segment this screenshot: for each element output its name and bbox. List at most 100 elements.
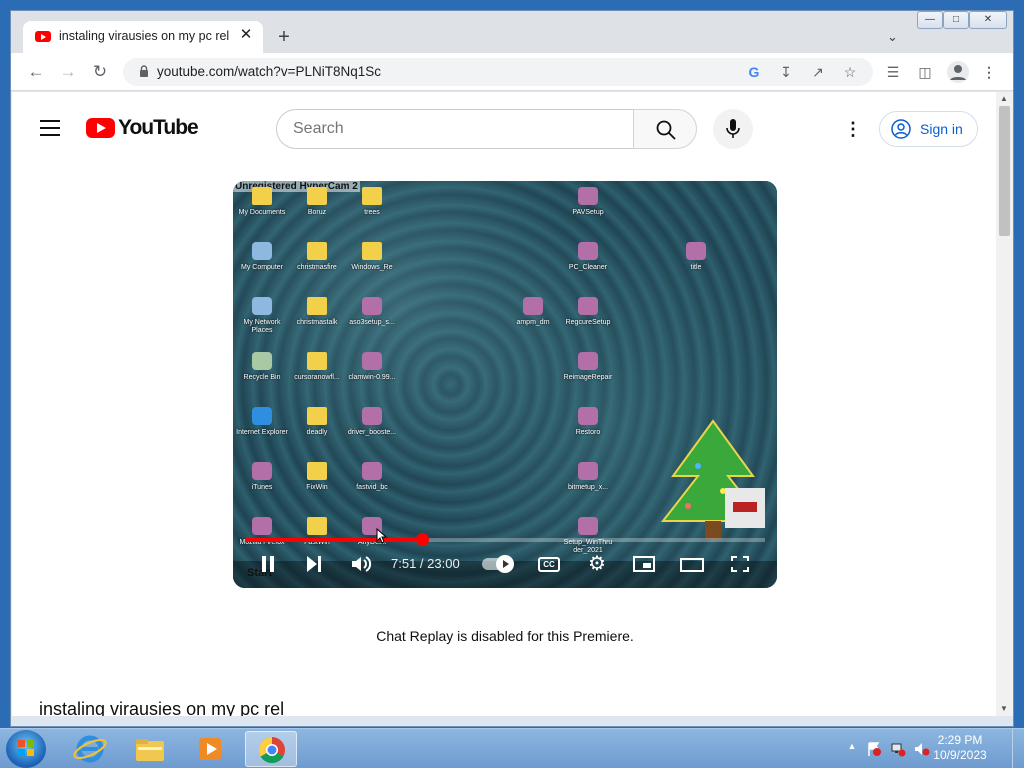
- internet-explorer-taskbar-icon[interactable]: [64, 731, 116, 767]
- maximize-button[interactable]: □: [943, 11, 969, 29]
- folder-icon: [307, 352, 327, 370]
- file-explorer-taskbar-icon[interactable]: [124, 731, 176, 767]
- time-display: 7:51 / 23:00: [391, 556, 460, 571]
- desktop-icon: ReimageRepair: [559, 352, 617, 398]
- desktop-icon: Recycle Bin: [233, 352, 291, 398]
- browser-tab-active[interactable]: instaling virausies on my pc rel - ✕: [23, 21, 263, 53]
- desktop-icon: Windows_Re: [343, 242, 401, 288]
- video-title: instaling virausies on my pc rel: [39, 699, 285, 716]
- skip-next-icon: [307, 556, 321, 572]
- media-queue-icon[interactable]: ☰: [883, 62, 903, 82]
- show-desktop-button[interactable]: [1012, 729, 1024, 768]
- desktop-icon-label: cursoranowfl...: [294, 374, 340, 381]
- profile-avatar-icon[interactable]: [947, 61, 969, 83]
- youtube-logo-icon[interactable]: [86, 118, 115, 138]
- new-tab-button[interactable]: +: [273, 27, 295, 49]
- side-panel-icon[interactable]: ◫: [915, 62, 935, 82]
- search-input[interactable]: Search: [276, 109, 634, 149]
- browser-menu-icon[interactable]: ⋮: [979, 62, 999, 82]
- google-lens-icon[interactable]: G: [745, 63, 763, 81]
- desktop-icon: PC_Cleaner: [559, 242, 617, 288]
- desktop-icon-label: christmasfire: [297, 264, 337, 271]
- back-button[interactable]: ←: [25, 61, 47, 83]
- install-app-icon[interactable]: ↧: [777, 63, 795, 81]
- reload-button[interactable]: ↻: [89, 61, 111, 83]
- page-scrollbar[interactable]: ▲ ▼: [996, 92, 1013, 716]
- pause-button[interactable]: [255, 553, 281, 575]
- voice-search-button[interactable]: [713, 109, 753, 149]
- start-button[interactable]: [6, 730, 46, 768]
- app-icon: [578, 407, 598, 425]
- fullscreen-button[interactable]: [727, 553, 753, 575]
- volume-icon: [352, 556, 372, 572]
- search-placeholder: Search: [293, 120, 344, 137]
- desktop-icon-label: Internet Explorer: [236, 429, 288, 436]
- lock-icon: [140, 65, 148, 77]
- show-hidden-icons-icon[interactable]: ▲: [844, 741, 860, 757]
- app-icon: [578, 297, 598, 315]
- bookmark-star-icon[interactable]: ☆: [841, 63, 859, 81]
- miniplayer-button[interactable]: [631, 553, 657, 575]
- close-window-button[interactable]: ✕: [969, 11, 1007, 29]
- close-tab-icon[interactable]: ✕: [237, 26, 255, 44]
- desktop-icon-label: ampm_dm: [516, 319, 550, 326]
- chrome-taskbar-icon[interactable]: [245, 731, 297, 767]
- computer-icon: [252, 242, 272, 260]
- progress-bar[interactable]: [245, 533, 765, 546]
- next-button[interactable]: [301, 553, 327, 575]
- scroll-down-arrow-icon[interactable]: ▼: [1000, 704, 1008, 713]
- desktop-icon: christmastalk: [288, 297, 346, 343]
- desktop-icon-label: deadly: [306, 429, 328, 436]
- forward-button[interactable]: →: [57, 61, 79, 83]
- desktop-icon: trees: [343, 187, 401, 233]
- bin-icon: [252, 352, 272, 370]
- youtube-favicon-icon: [35, 31, 51, 42]
- address-bar[interactable]: youtube.com/watch?v=PLNiT8Nq1Sc G ↧ ↗ ☆: [123, 58, 873, 86]
- fullscreen-icon: [731, 556, 749, 572]
- desktop-icon: fastvid_bc: [343, 462, 401, 508]
- search-button[interactable]: [633, 109, 697, 149]
- desktop-icon-label: My Computer: [240, 264, 283, 271]
- system-clock[interactable]: 2:29 PM 10/9/2023: [930, 733, 990, 763]
- settings-gear-icon[interactable]: ⚙: [584, 553, 610, 575]
- action-center-flag-icon[interactable]: [866, 741, 882, 757]
- minimize-button[interactable]: —: [917, 11, 943, 29]
- volume-muted-icon[interactable]: [914, 741, 930, 757]
- scrollbar-thumb[interactable]: [999, 106, 1010, 236]
- scroll-up-arrow-icon[interactable]: ▲: [1000, 94, 1008, 103]
- tab-search-chevron-icon[interactable]: ⌄: [887, 29, 903, 45]
- video-player[interactable]: Unregistered HyperCam 2 My Documents Boru…: [233, 181, 777, 588]
- subtitles-button[interactable]: CC: [538, 557, 560, 572]
- media-player-taskbar-icon[interactable]: [184, 731, 236, 767]
- app-icon: [362, 297, 382, 315]
- desktop-icon: title: [667, 242, 725, 288]
- youtube-wordmark[interactable]: YouTube: [118, 116, 199, 140]
- app-icon: [362, 352, 382, 370]
- folder-icon: [252, 187, 272, 205]
- theater-mode-button[interactable]: [679, 553, 705, 575]
- desktop-icon-label: My Documents: [238, 209, 286, 216]
- app-icon: [252, 462, 272, 480]
- desktop-icon-label: PC_Cleaner: [568, 264, 608, 271]
- theater-mode-icon: [680, 558, 704, 572]
- desktop-icon-label: RegcureSetup: [565, 319, 611, 326]
- share-icon[interactable]: ↗: [809, 63, 827, 81]
- folder-icon: [307, 517, 327, 535]
- browser-toolbar: ← → ↻ youtube.com/watch?v=PLNiT8Nq1Sc G …: [11, 53, 1013, 91]
- scrubber-handle[interactable]: [416, 533, 429, 546]
- sign-in-button[interactable]: Sign in: [879, 111, 978, 147]
- miniplayer-icon: [633, 556, 655, 572]
- autoplay-toggle[interactable]: [482, 555, 514, 573]
- desktop-icon: My Computer: [233, 242, 291, 288]
- guide-menu-icon[interactable]: [40, 120, 60, 136]
- network-icon[interactable]: [890, 741, 906, 757]
- app-icon: [362, 407, 382, 425]
- url-text: youtube.com/watch?v=PLNiT8Nq1Sc: [157, 64, 381, 79]
- sign-in-label: Sign in: [920, 121, 963, 137]
- desktop-icon: ampm_dm: [504, 297, 562, 343]
- settings-menu-icon[interactable]: ⋮: [844, 119, 862, 139]
- ie-icon: [252, 407, 272, 425]
- mute-button[interactable]: [349, 553, 375, 575]
- search-icon: [656, 120, 676, 140]
- computer-icon: [252, 297, 272, 315]
